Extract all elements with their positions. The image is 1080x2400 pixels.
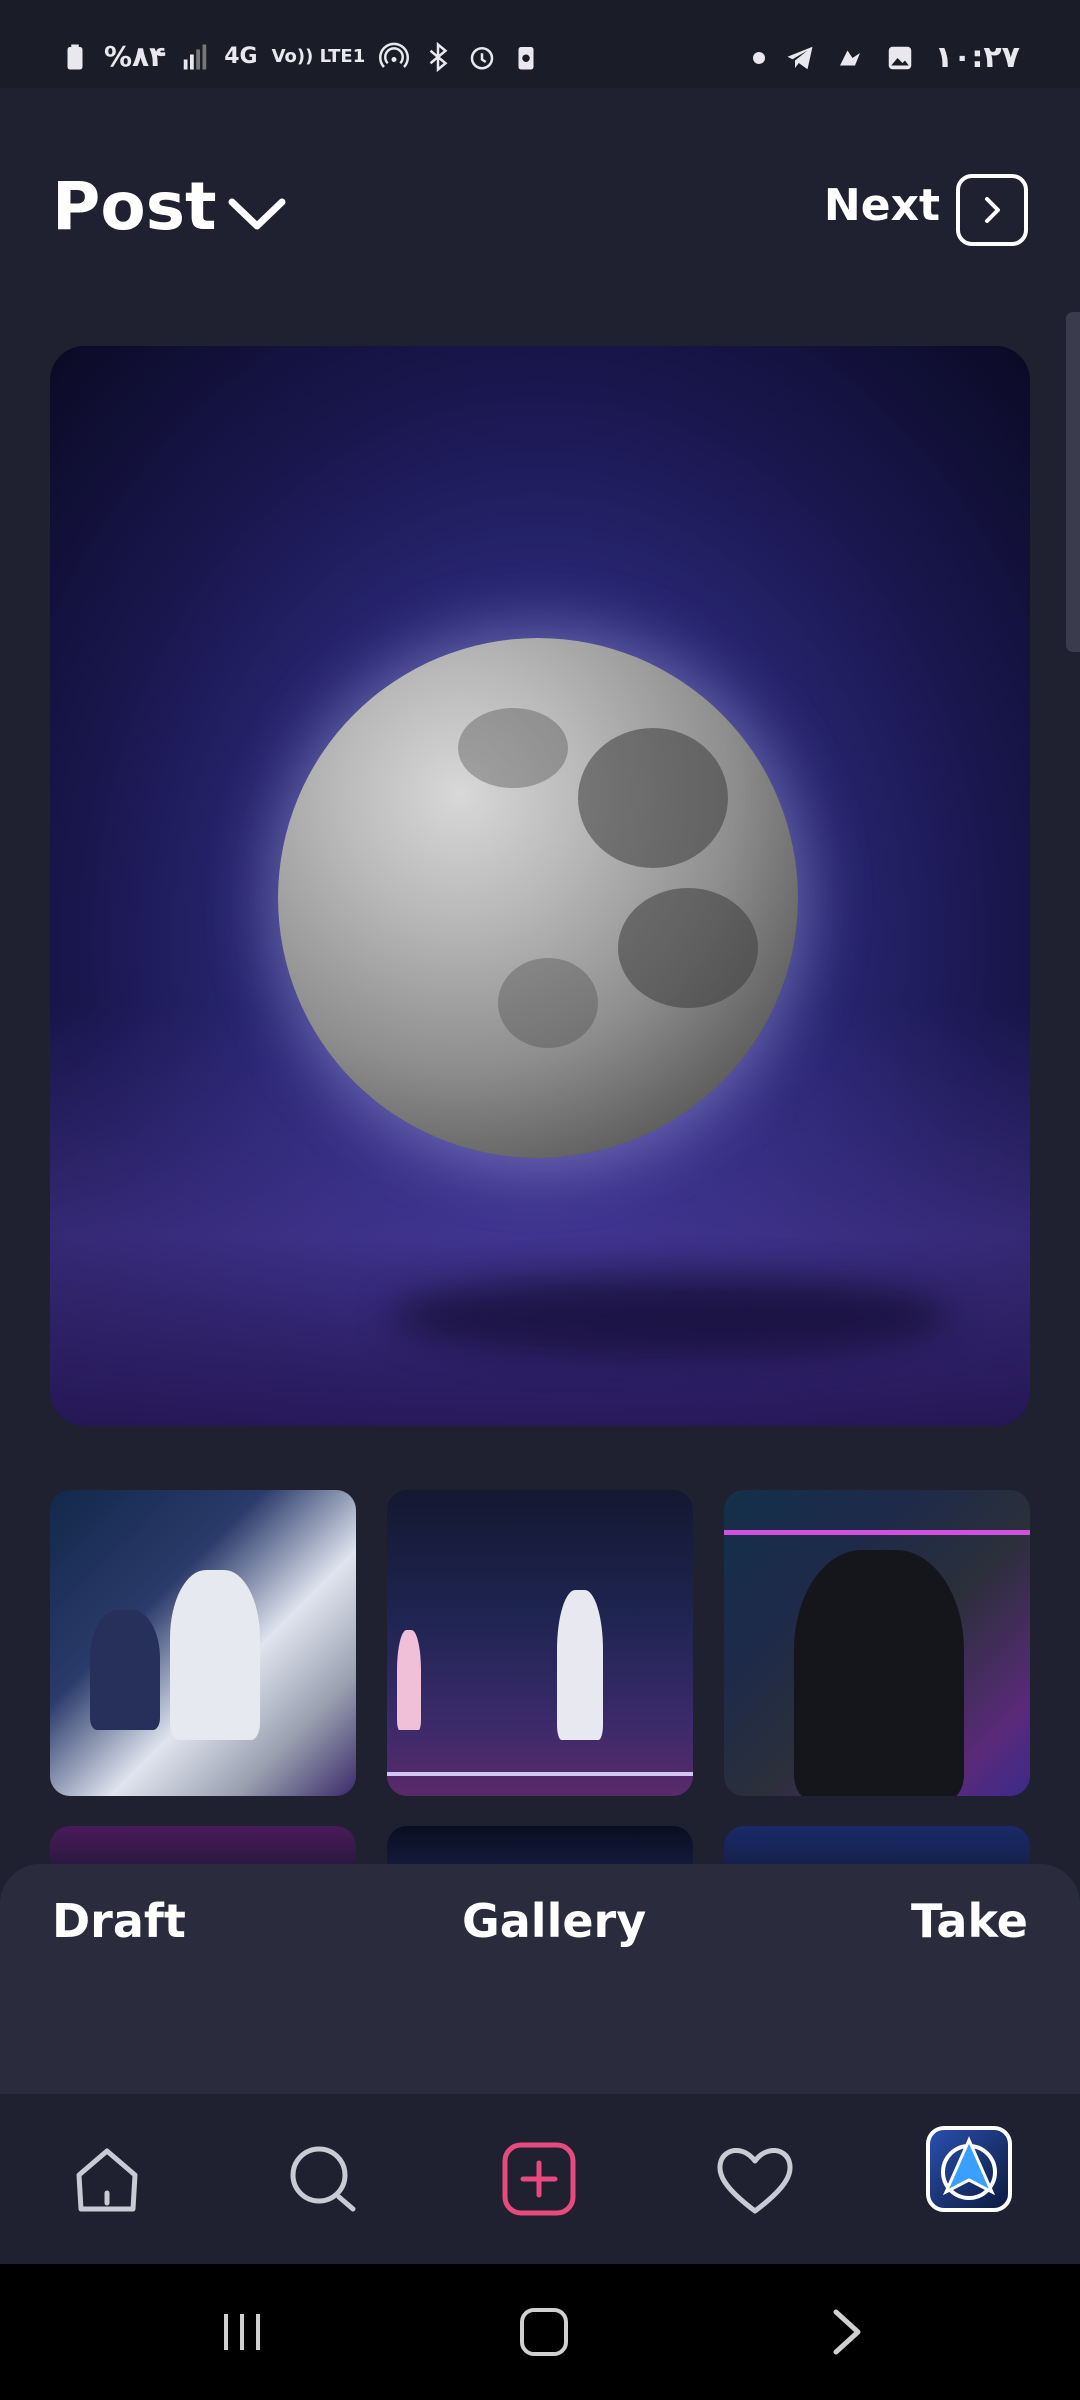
battery-saver-icon xyxy=(518,46,534,69)
tab-take[interactable]: Take xyxy=(911,1894,1028,1948)
recent-apps-button[interactable] xyxy=(212,2302,272,2362)
gallery-thumbnail[interactable] xyxy=(387,1826,693,1866)
source-tabs-sheet: Draft Gallery Take xyxy=(0,1864,1080,2094)
chevron-down-icon[interactable] xyxy=(222,188,292,238)
home-button-icon xyxy=(520,2308,568,2356)
gallery-notification-icon xyxy=(888,46,911,69)
gallery-thumbnail[interactable] xyxy=(724,1490,1030,1796)
nav-home[interactable] xyxy=(62,2134,152,2224)
home-button[interactable] xyxy=(514,2302,574,2362)
next-button[interactable] xyxy=(956,174,1028,246)
moon-image xyxy=(278,638,798,1158)
back-button[interactable] xyxy=(816,2302,876,2362)
volte-indicator: Vo)) LTE1 xyxy=(271,46,366,67)
chevron-right-icon xyxy=(985,197,1000,223)
gallery-thumbnail[interactable] xyxy=(50,1826,356,1866)
tab-draft[interactable]: Draft xyxy=(52,1894,186,1948)
home-icon xyxy=(76,2148,138,2212)
scrollbar[interactable] xyxy=(1066,312,1080,652)
moon-shadow xyxy=(390,1276,950,1356)
gallery-thumbnail[interactable] xyxy=(724,1826,1030,1866)
signal-icon xyxy=(183,44,207,69)
nav-search[interactable] xyxy=(278,2134,368,2224)
nav-activity[interactable] xyxy=(710,2134,800,2224)
system-navigation-bar xyxy=(0,2264,1080,2400)
post-header: Post Next xyxy=(0,88,1080,338)
heart-icon xyxy=(717,2148,793,2214)
battery-percent: %۸۴ xyxy=(104,40,167,73)
hotspot-icon xyxy=(379,42,410,68)
clock: ۱۰:۲۷ xyxy=(934,40,1020,75)
next-label[interactable]: Next xyxy=(824,180,940,231)
app-notification-icon xyxy=(839,50,860,65)
back-icon xyxy=(833,2309,861,2355)
tab-gallery[interactable]: Gallery xyxy=(462,1894,646,1948)
battery-icon xyxy=(67,44,83,69)
gallery-grid xyxy=(50,1490,1030,1866)
status-right: ۱۰:۲۷ xyxy=(752,40,1020,75)
add-post-icon xyxy=(502,2142,576,2216)
bluetooth-icon xyxy=(429,41,448,72)
alarm-icon xyxy=(470,46,494,69)
gallery-thumbnail[interactable] xyxy=(50,1490,356,1796)
gallery-thumbnail[interactable] xyxy=(387,1490,693,1796)
status-bar: %۸۴ 4G Vo)) LTE1 ۱۰:۲۷ xyxy=(0,0,1080,88)
telegram-icon xyxy=(787,46,813,69)
selected-image-preview[interactable] xyxy=(50,346,1030,1426)
status-left: %۸۴ 4G Vo)) LTE1 xyxy=(60,40,541,73)
network-type: 4G xyxy=(224,44,258,69)
notification-dot-icon xyxy=(752,51,765,64)
nav-profile[interactable] xyxy=(926,2126,1012,2212)
search-icon xyxy=(290,2146,356,2212)
page-title[interactable]: Post xyxy=(52,168,217,245)
recent-apps-icon xyxy=(224,2314,260,2350)
bottom-navigation xyxy=(0,2094,1080,2264)
nav-add-post[interactable] xyxy=(494,2134,584,2224)
profile-avatar xyxy=(941,2136,997,2200)
